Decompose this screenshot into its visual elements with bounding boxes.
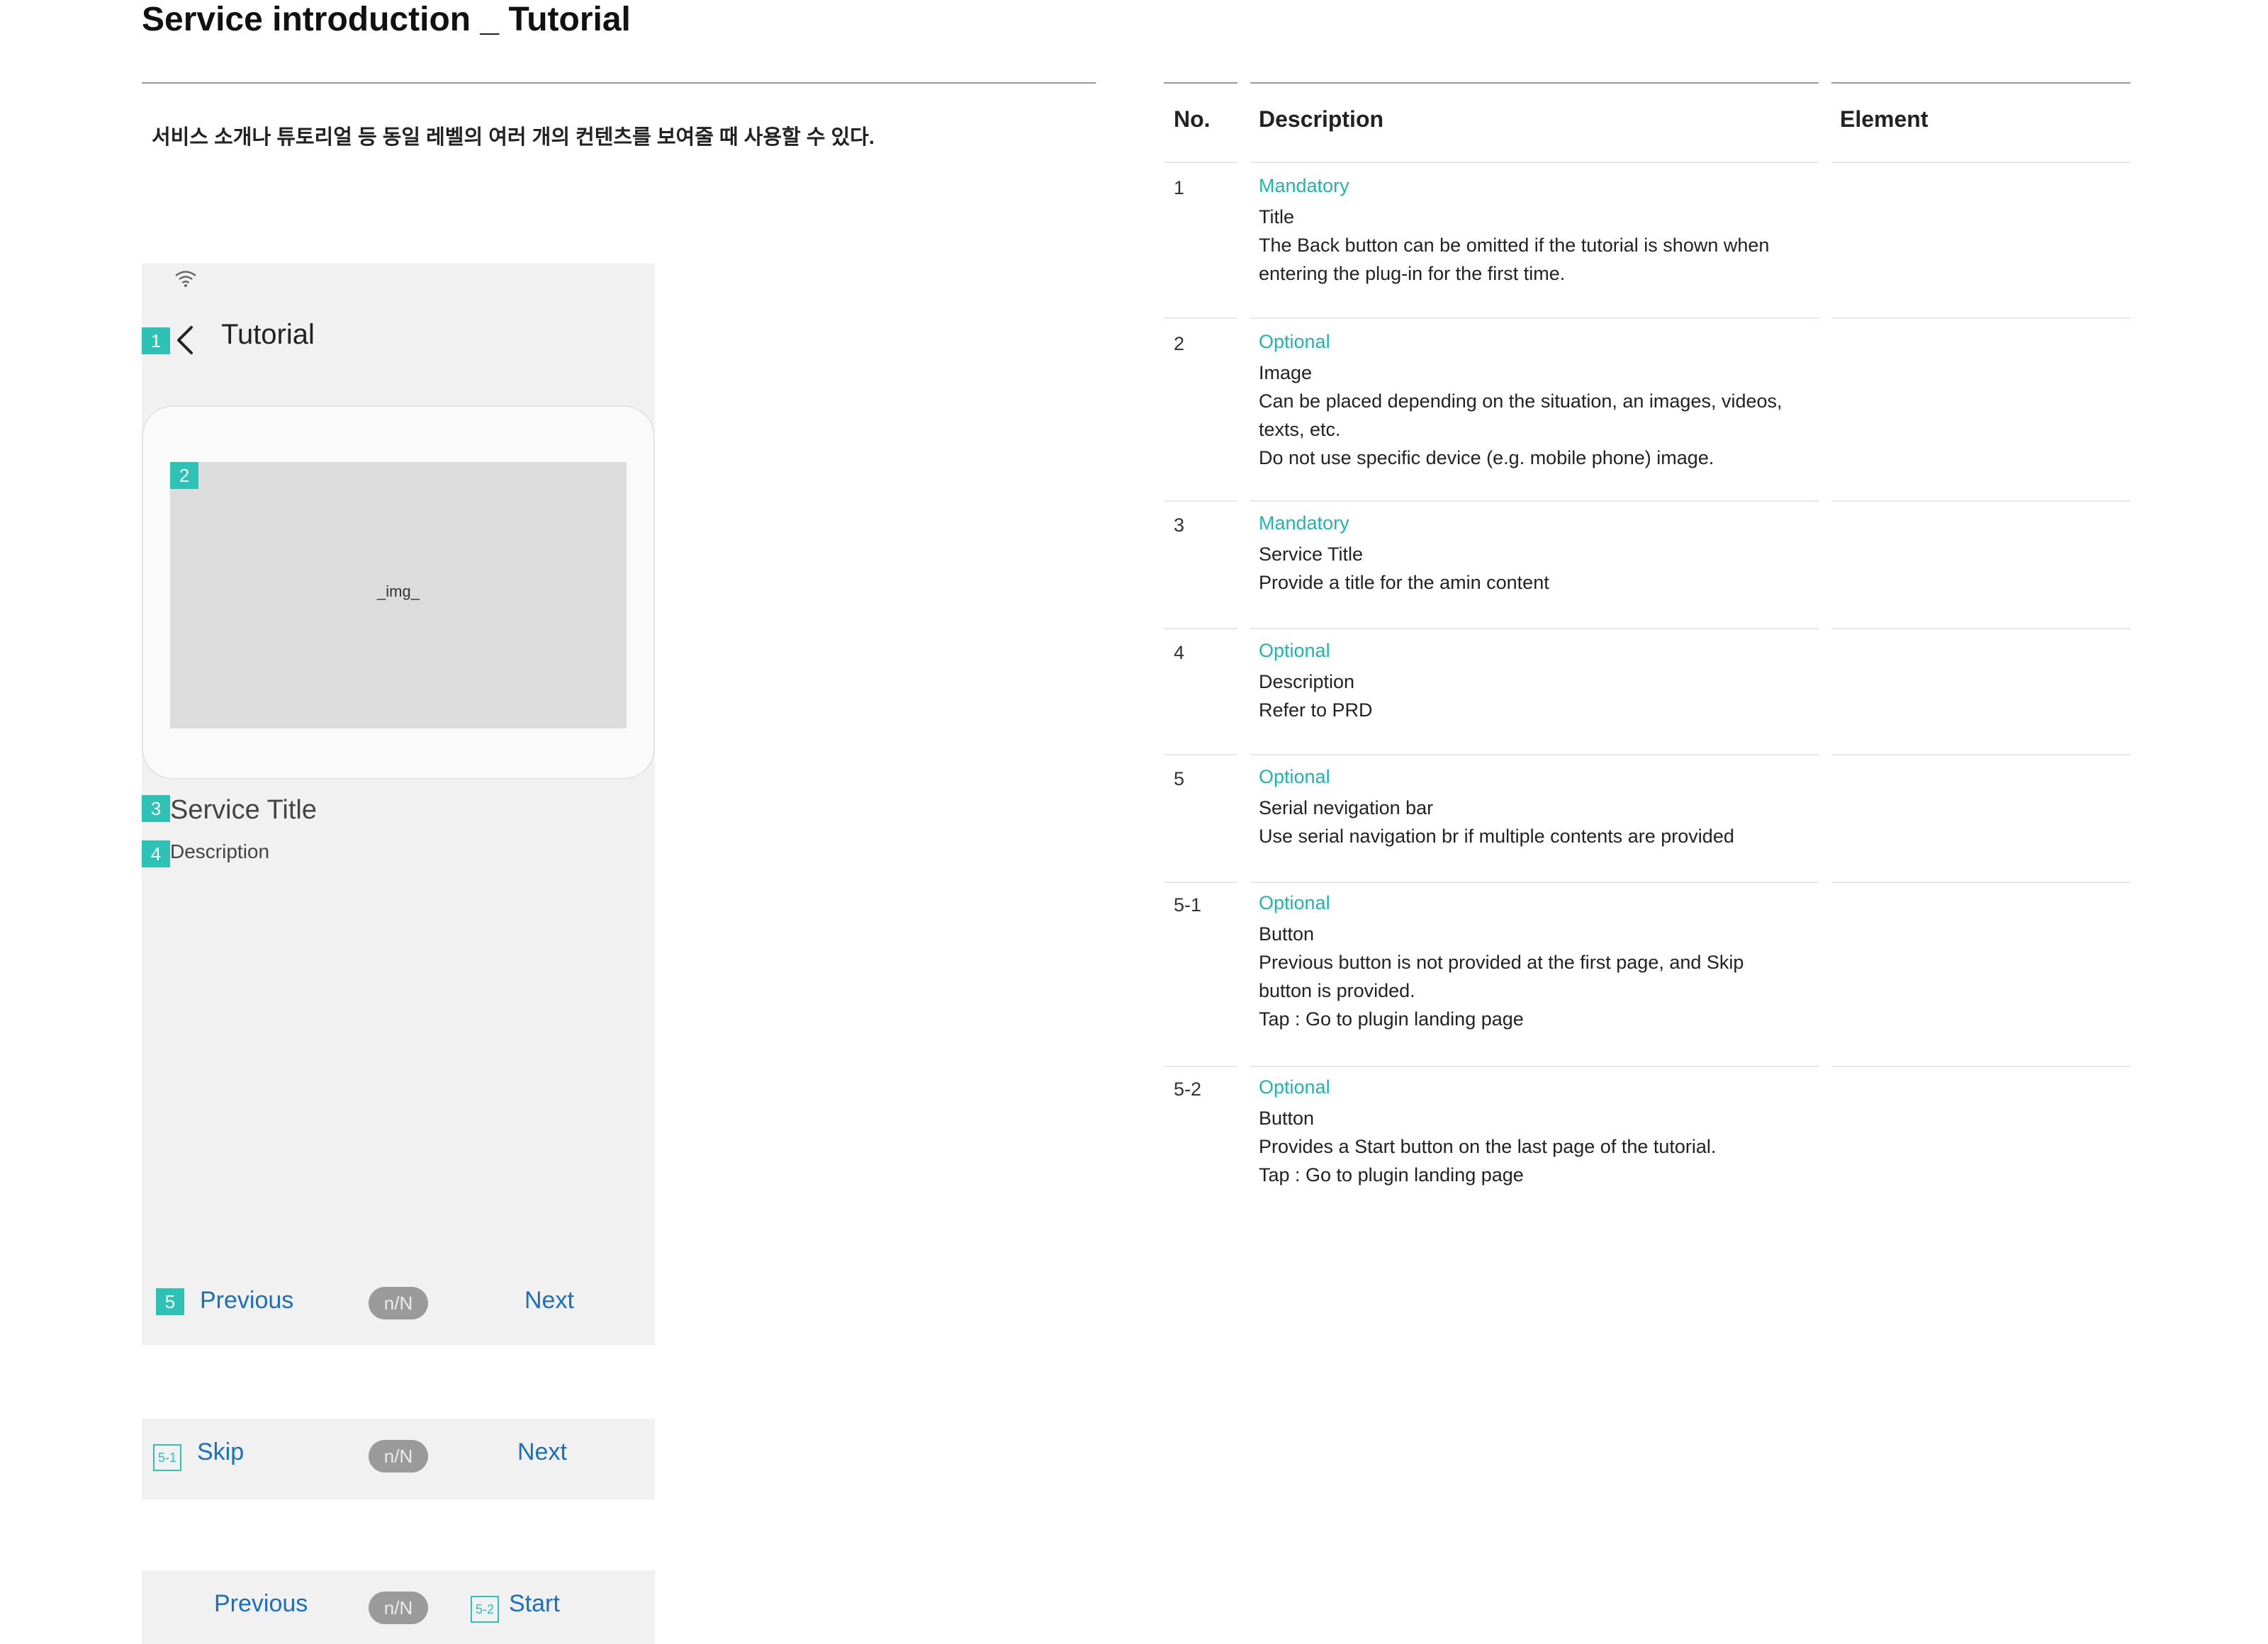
wifi-icon (175, 271, 196, 287)
description-line: Use serial navigation br if multiple con… (1259, 826, 1734, 847)
service-title: Service Title (170, 795, 317, 825)
row-description: Mandatory Service Title Provide a title fo… (1259, 509, 1819, 597)
description-line: Provides a Start button on the last page… (1259, 1136, 1717, 1157)
column-header-element: Element (1840, 106, 1929, 132)
description-line: Previous button is not provided at the f… (1259, 952, 1744, 973)
row-divider (1164, 754, 1237, 755)
description-line: Tap : Go to plugin landing page (1259, 1164, 1524, 1186)
row-description: Optional Description Refer to PRD (1259, 636, 1819, 724)
row-description: Optional Button Provides a Start button on… (1259, 1073, 1819, 1189)
page-title: Service introduction _ Tutorial (142, 1, 631, 38)
row-description: Mandatory Title The Back button can be omi… (1259, 171, 1819, 288)
page-indicator: n/N (369, 1287, 428, 1319)
description-line: Description (1259, 671, 1355, 692)
description-line: button is provided. (1259, 980, 1415, 1001)
row-description: Optional Button Previous button is not pro… (1259, 889, 1819, 1033)
row-divider (1831, 882, 2131, 883)
marker-4: 4 (142, 840, 170, 867)
description-line: Refer to PRD (1259, 699, 1373, 721)
description-line: entering the plug-in for the first time. (1259, 263, 1566, 284)
column-header-description: Description (1259, 106, 1384, 132)
requirement-tag: Optional (1259, 766, 1330, 787)
description-line: Button (1259, 1108, 1315, 1129)
marker-3: 3 (142, 795, 170, 822)
marker-2: 2 (170, 462, 198, 489)
description-line: Do not use specific device (e.g. mobile … (1259, 447, 1714, 468)
description-line: Tap : Go to plugin landing page (1259, 1008, 1524, 1030)
requirement-tag: Mandatory (1259, 175, 1349, 196)
table-top-rule (1164, 82, 1237, 84)
previous-button[interactable]: Previous (200, 1287, 293, 1314)
row-divider (1250, 162, 1819, 163)
header-title: Tutorial (221, 319, 315, 350)
next-button[interactable]: Next (517, 1438, 567, 1466)
row-number: 5-1 (1174, 894, 1202, 916)
intro-text: 서비스 소개나 튜토리얼 등 동일 레벨의 여러 개의 컨텐츠를 보여줄 때 사… (152, 126, 875, 149)
row-divider (1164, 162, 1237, 163)
row-divider (1831, 317, 2131, 319)
row-divider (1831, 1066, 2131, 1067)
back-arrow-icon[interactable] (174, 325, 196, 356)
description: Description (170, 840, 270, 862)
row-divider (1164, 1066, 1237, 1067)
previous-button[interactable]: Previous (214, 1590, 308, 1618)
skip-button[interactable]: Skip (197, 1438, 244, 1466)
table-top-rule (1831, 82, 2131, 84)
column-header-no: No. (1174, 106, 1211, 132)
description-line: Provide a title for the amin content (1259, 572, 1549, 593)
row-divider (1831, 500, 2131, 502)
requirement-tag: Optional (1259, 892, 1330, 913)
image-placeholder-label: _img_ (377, 582, 420, 600)
requirement-tag: Mandatory (1259, 512, 1349, 534)
description-line: Can be placed depending on the situation… (1259, 390, 1783, 412)
row-divider (1831, 628, 2131, 629)
row-divider (1250, 628, 1819, 629)
row-divider (1164, 317, 1237, 319)
row-divider (1250, 317, 1819, 319)
description-line: texts, etc. (1259, 419, 1341, 440)
row-number: 3 (1174, 514, 1185, 536)
description-line: Service Title (1259, 544, 1364, 565)
row-number: 2 (1174, 333, 1185, 354)
page-indicator: n/N (369, 1592, 428, 1624)
start-button[interactable]: Start (509, 1590, 560, 1618)
description-line: Image (1259, 362, 1313, 383)
row-description: Optional Serial nevigation bar Use serial … (1259, 762, 1819, 850)
title-divider (142, 82, 1096, 84)
row-divider (1164, 628, 1237, 629)
row-description: Optional Image Can be placed depending on … (1259, 327, 1819, 472)
table-top-rule (1250, 82, 1819, 84)
marker-1: 1 (142, 327, 170, 354)
page-indicator: n/N (369, 1440, 428, 1473)
marker-5-1: 5-1 (153, 1444, 181, 1471)
row-divider (1831, 754, 2131, 755)
description-line: The Back button can be omitted if the tu… (1259, 235, 1770, 256)
row-divider (1164, 882, 1237, 883)
row-divider (1831, 162, 2131, 163)
row-divider (1250, 754, 1819, 755)
row-divider (1164, 500, 1237, 502)
description-line: Serial nevigation bar (1259, 797, 1434, 818)
row-number: 1 (1174, 177, 1185, 198)
marker-5: 5 (156, 1288, 184, 1315)
marker-5-2: 5-2 (471, 1596, 499, 1623)
row-divider (1250, 1066, 1819, 1067)
row-number: 5-2 (1174, 1079, 1202, 1100)
row-number: 4 (1174, 642, 1185, 663)
row-divider (1250, 882, 1819, 883)
requirement-tag: Optional (1259, 331, 1330, 352)
description-line: Button (1259, 923, 1315, 945)
requirement-tag: Optional (1259, 1076, 1330, 1098)
row-number: 5 (1174, 768, 1185, 789)
description-line: Title (1259, 206, 1295, 227)
next-button[interactable]: Next (524, 1287, 574, 1314)
row-divider (1250, 500, 1819, 502)
requirement-tag: Optional (1259, 640, 1330, 661)
